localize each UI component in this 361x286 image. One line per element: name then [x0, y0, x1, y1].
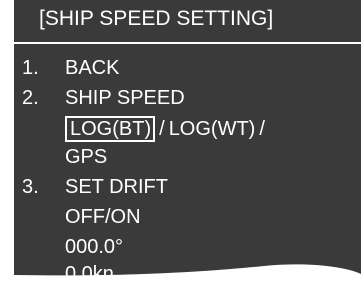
menu-item-ship-speed[interactable]: SHIP SPEED [65, 86, 185, 110]
title-divider [14, 42, 361, 44]
set-drift-toggle[interactable]: OFF/ON [65, 205, 141, 229]
option-gps[interactable]: GPS [65, 145, 107, 169]
set-drift-speed[interactable]: 0.0kn [65, 262, 114, 286]
menu-title: [SHIP SPEED SETTING] [39, 7, 274, 30]
option-separator: / [159, 118, 165, 140]
item-1-number: 1. [22, 57, 39, 79]
item-3-number: 3. [22, 176, 39, 198]
item-2-number: 2. [22, 87, 39, 109]
set-drift-direction[interactable]: 000.0° [65, 235, 123, 259]
ship-speed-setting-screen: [SHIP SPEED SETTING] 1. BACK 2. SHIP SPE… [0, 0, 361, 285]
option-log-wt[interactable]: LOG(WT) [169, 117, 256, 141]
option-separator: / [259, 118, 265, 140]
ship-speed-options: LOG(BT) / LOG(WT) / [65, 115, 269, 143]
option-log-bt[interactable]: LOG(BT) [65, 116, 156, 142]
menu-item-set-drift[interactable]: SET DRIFT [65, 175, 168, 199]
menu-item-back[interactable]: BACK [65, 56, 119, 80]
